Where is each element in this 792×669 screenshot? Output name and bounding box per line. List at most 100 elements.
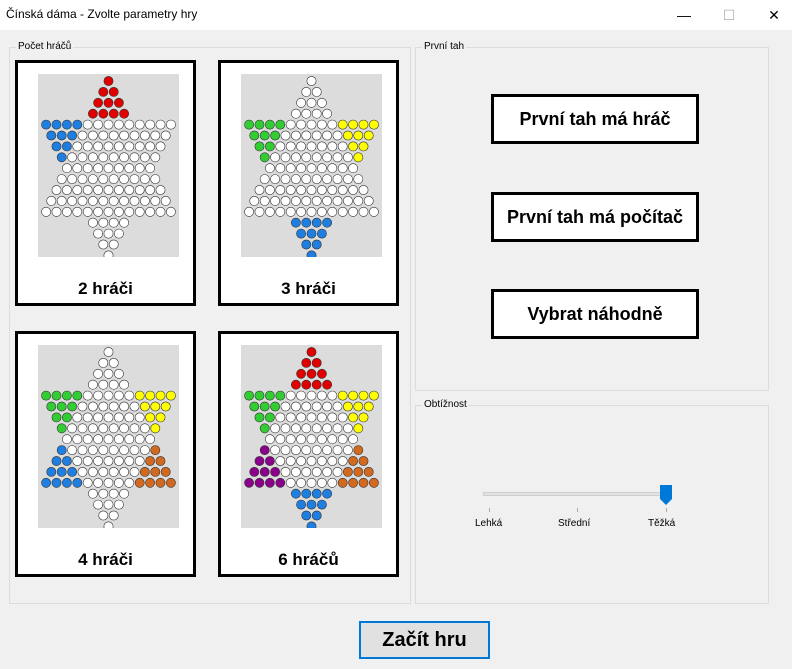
empty-hole: [264, 163, 275, 174]
empty-hole: [93, 206, 103, 217]
empty-hole: [348, 163, 358, 174]
marble: [98, 86, 109, 97]
window-title: Čínská dáma - Zvolte parametry hry: [6, 7, 198, 21]
marble: [244, 390, 254, 401]
marble: [264, 456, 275, 466]
empty-hole: [124, 412, 135, 423]
empty-hole: [317, 97, 327, 108]
board-preview-2-players: [38, 74, 179, 257]
computer-first-button[interactable]: První tah má počítač: [491, 192, 699, 242]
marble: [358, 412, 369, 423]
empty-hole: [155, 206, 166, 217]
marble: [306, 499, 317, 510]
marble: [254, 119, 265, 130]
empty-hole: [114, 185, 124, 195]
empty-hole: [88, 423, 98, 434]
difficulty-slider-thumb[interactable]: [660, 485, 672, 505]
empty-hole: [82, 119, 93, 130]
empty-hole: [296, 206, 306, 217]
marble: [61, 390, 72, 401]
empty-hole: [311, 130, 322, 141]
marble: [67, 130, 77, 141]
empty-hole: [296, 390, 306, 401]
marble: [311, 239, 322, 250]
empty-hole: [93, 368, 103, 379]
empty-hole: [145, 206, 155, 217]
empty-hole: [77, 423, 88, 434]
marble: [322, 379, 332, 390]
empty-hole: [140, 445, 150, 455]
empty-hole: [88, 130, 98, 141]
empty-hole: [108, 423, 119, 434]
empty-hole: [311, 445, 322, 455]
close-button[interactable]: ✕: [751, 0, 792, 30]
marble: [322, 217, 332, 228]
marble: [311, 217, 322, 228]
marble: [145, 456, 155, 466]
marble: [311, 357, 322, 368]
empty-hole: [145, 119, 155, 130]
empty-hole: [244, 206, 254, 217]
empty-hole: [124, 456, 135, 466]
minimize-button[interactable]: —: [661, 0, 707, 30]
empty-hole: [134, 141, 145, 152]
empty-hole: [291, 401, 301, 412]
difficulty-slider-track[interactable]: [483, 492, 670, 496]
empty-hole: [129, 467, 140, 477]
empty-hole: [327, 477, 338, 488]
empty-hole: [103, 499, 114, 510]
marble: [46, 467, 57, 477]
marble: [134, 390, 145, 401]
marble: [41, 477, 51, 488]
empty-hole: [119, 379, 129, 390]
empty-hole: [317, 185, 327, 195]
empty-hole: [124, 185, 135, 195]
empty-hole: [327, 119, 338, 130]
empty-hole: [114, 141, 124, 152]
empty-hole: [98, 130, 109, 141]
empty-hole: [108, 445, 119, 455]
marble: [56, 423, 67, 434]
empty-hole: [124, 206, 135, 217]
empty-hole: [275, 456, 286, 466]
empty-hole: [301, 130, 312, 141]
empty-hole: [322, 174, 332, 184]
option-4-players[interactable]: 4 hráči: [15, 331, 196, 577]
marble: [61, 141, 72, 152]
empty-hole: [337, 456, 348, 466]
random-first-button[interactable]: Vybrat náhodně: [491, 289, 699, 339]
empty-hole: [114, 206, 124, 217]
marble: [249, 401, 260, 412]
marble: [363, 130, 374, 141]
option-6-players[interactable]: 6 hráčů: [218, 331, 399, 577]
empty-hole: [124, 390, 135, 401]
empty-hole: [155, 119, 166, 130]
empty-hole: [119, 423, 129, 434]
option-2-players[interactable]: 2 hráči: [15, 60, 196, 306]
empty-hole: [93, 141, 103, 152]
empty-hole: [296, 434, 306, 445]
empty-hole: [332, 130, 343, 141]
marble: [337, 390, 348, 401]
empty-hole: [119, 217, 129, 228]
empty-hole: [145, 434, 155, 445]
start-game-button[interactable]: Začít hru: [359, 621, 490, 659]
option-3-players[interactable]: 3 hráči: [218, 60, 399, 306]
empty-hole: [322, 130, 332, 141]
maximize-button[interactable]: ☐: [706, 0, 752, 30]
empty-hole: [264, 206, 275, 217]
empty-hole: [103, 456, 114, 466]
player-first-button[interactable]: První tah má hráč: [491, 94, 699, 144]
empty-hole: [280, 401, 291, 412]
empty-hole: [114, 163, 124, 174]
marble: [343, 401, 353, 412]
marble: [337, 119, 348, 130]
empty-hole: [119, 130, 129, 141]
board-preview-4-players: [38, 345, 179, 528]
empty-hole: [129, 130, 140, 141]
empty-hole: [103, 412, 114, 423]
marble: [41, 119, 51, 130]
empty-hole: [275, 141, 286, 152]
marble: [353, 152, 364, 163]
marble: [56, 401, 67, 412]
